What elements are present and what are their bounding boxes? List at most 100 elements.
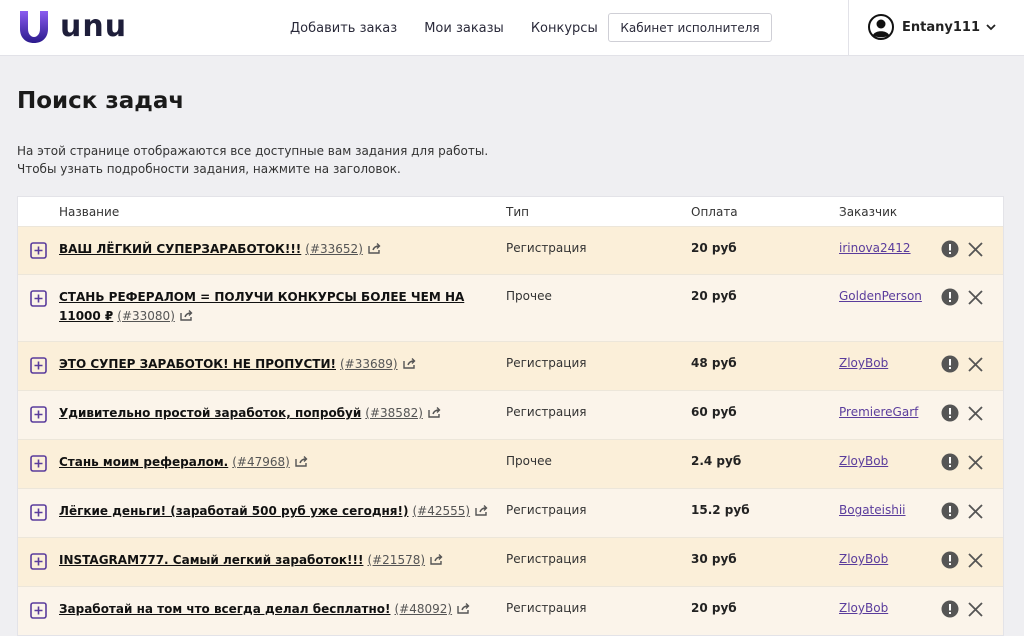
user-avatar-icon (868, 14, 894, 40)
task-payment: 60 руб (691, 405, 737, 419)
client-link[interactable]: ZloyBob (839, 356, 888, 370)
task-title-cell: INSTAGRAM777. Самый легкий заработок!!! (… (59, 551, 499, 570)
description-line-1: На этой странице отображаются все доступ… (17, 144, 489, 158)
task-title-link[interactable]: ЭТО СУПЕР ЗАРАБОТОК! НЕ ПРОПУСТИ! (59, 357, 336, 371)
task-id-link[interactable]: (#33080) (117, 309, 175, 323)
task-id-link[interactable]: (#33652) (305, 242, 363, 256)
open-external-icon[interactable] (295, 455, 308, 467)
open-external-icon[interactable] (180, 309, 193, 321)
task-type: Прочее (506, 289, 552, 303)
table-body: ВАШ ЛЁГКИЙ СУПЕРЗАРАБОТОК!!! (#33652) Реги… (18, 226, 1003, 635)
hide-task-close-icon[interactable] (967, 552, 984, 569)
hide-task-close-icon[interactable] (967, 241, 984, 258)
expand-plus-icon[interactable] (30, 242, 47, 259)
task-id-link[interactable]: (#38582) (365, 406, 423, 420)
task-title-link[interactable]: Удивительно простой заработок, попробуй (59, 406, 361, 420)
client-link[interactable]: irinova2412 (839, 241, 911, 255)
task-title-cell: Заработай на том что всегда делал беспла… (59, 600, 499, 619)
task-id-link[interactable]: (#48092) (394, 602, 452, 616)
report-warning-icon[interactable] (941, 551, 959, 569)
expand-plus-icon[interactable] (30, 290, 47, 307)
open-external-icon[interactable] (402, 357, 416, 369)
description-line-2: Чтобы узнать подробности задания, нажмит… (17, 162, 401, 176)
column-header-payment: Оплата (691, 205, 738, 219)
task-type: Регистрация (506, 503, 587, 517)
column-header-name: Название (59, 205, 120, 219)
table-row: INSTAGRAM777. Самый легкий заработок!!! (… (18, 537, 1003, 586)
expand-plus-icon[interactable] (30, 357, 47, 374)
task-type: Регистрация (506, 552, 587, 566)
logo-text: unu (60, 9, 128, 44)
client-link[interactable]: ZloyBob (839, 552, 888, 566)
nav-contests[interactable]: Конкурсы (531, 21, 598, 36)
logo[interactable]: unu (18, 9, 127, 45)
task-title-cell: ЭТО СУПЕР ЗАРАБОТОК! НЕ ПРОПУСТИ! (#33689… (59, 355, 499, 374)
task-payment: 15.2 руб (691, 503, 750, 517)
table-row: Стань моим рефералом. (#47968) Прочее 2.4 р… (18, 439, 1003, 488)
client-link[interactable]: ZloyBob (839, 601, 888, 615)
expand-plus-icon[interactable] (30, 504, 47, 521)
task-type: Прочее (506, 454, 552, 468)
table-row: ВАШ ЛЁГКИЙ СУПЕРЗАРАБОТОК!!! (#33652) Реги… (18, 226, 1003, 274)
task-title-link[interactable]: ВАШ ЛЁГКИЙ СУПЕРЗАРАБОТОК!!! (59, 242, 301, 256)
report-warning-icon[interactable] (941, 404, 959, 422)
task-payment: 20 руб (691, 289, 737, 303)
hide-task-close-icon[interactable] (967, 503, 984, 520)
task-type: Регистрация (506, 241, 587, 255)
task-type: Регистрация (506, 601, 587, 615)
hide-task-close-icon[interactable] (967, 601, 984, 618)
tasks-table: Название Тип Оплата Заказчик ВАШ ЛЁГКИЙ … (17, 196, 1004, 636)
report-warning-icon[interactable] (941, 240, 959, 258)
task-title-link[interactable]: Лёгкие деньги! (заработай 500 руб уже се… (59, 504, 408, 518)
open-external-icon[interactable] (368, 242, 381, 254)
hide-task-close-icon[interactable] (967, 356, 984, 373)
task-id-link[interactable]: (#21578) (367, 553, 425, 567)
open-external-icon[interactable] (457, 602, 470, 614)
task-title-link[interactable]: Заработай на том что всегда делал беспла… (59, 602, 390, 616)
hide-task-close-icon[interactable] (967, 454, 984, 471)
table-row: Заработай на том что всегда делал беспла… (18, 586, 1003, 635)
chevron-down-icon (986, 24, 996, 31)
header-divider (848, 0, 849, 56)
table-row: ЭТО СУПЕР ЗАРАБОТОК! НЕ ПРОПУСТИ! (#33689… (18, 341, 1003, 390)
client-link[interactable]: ZloyBob (839, 454, 888, 468)
task-title-cell: Стань моим рефералом. (#47968) (59, 453, 499, 472)
report-warning-icon[interactable] (941, 355, 959, 373)
task-title-cell: СТАНЬ РЕФЕРАЛОМ = ПОЛУЧИ КОНКУРСЫ БОЛЕЕ … (59, 288, 499, 326)
expand-plus-icon[interactable] (30, 553, 47, 570)
client-link[interactable]: GoldenPerson (839, 289, 922, 303)
performer-cabinet-button[interactable]: Кабинет исполнителя (608, 13, 772, 42)
top-header: unu Добавить заказ Мои заказы Конкурсы К… (0, 0, 1024, 56)
task-id-link[interactable]: (#33689) (340, 357, 398, 371)
report-warning-icon[interactable] (941, 502, 959, 520)
task-type: Регистрация (506, 405, 587, 419)
report-warning-icon[interactable] (941, 288, 959, 306)
table-row: Удивительно простой заработок, попробуй (… (18, 390, 1003, 439)
report-warning-icon[interactable] (941, 600, 959, 618)
nav-my-orders[interactable]: Мои заказы (424, 21, 504, 36)
task-id-link[interactable]: (#42555) (412, 504, 470, 518)
expand-plus-icon[interactable] (30, 406, 47, 423)
client-link[interactable]: PremiereGarf (839, 405, 918, 419)
report-warning-icon[interactable] (941, 453, 959, 471)
hide-task-close-icon[interactable] (967, 289, 984, 306)
task-title-link[interactable]: INSTAGRAM777. Самый легкий заработок!!! (59, 553, 363, 567)
expand-plus-icon[interactable] (30, 455, 47, 472)
task-title-cell: ВАШ ЛЁГКИЙ СУПЕРЗАРАБОТОК!!! (#33652) (59, 240, 499, 259)
task-title-link[interactable]: Стань моим рефералом. (59, 455, 228, 469)
logo-icon (20, 11, 48, 43)
nav-add-order[interactable]: Добавить заказ (290, 21, 397, 36)
open-external-icon[interactable] (475, 504, 488, 516)
task-title-cell: Удивительно простой заработок, попробуй (… (59, 404, 499, 423)
open-external-icon[interactable] (430, 553, 443, 565)
column-header-client: Заказчик (839, 205, 898, 219)
table-row: Лёгкие деньги! (заработай 500 руб уже се… (18, 488, 1003, 537)
client-link[interactable]: Bogateishii (839, 503, 906, 517)
expand-plus-icon[interactable] (30, 602, 47, 619)
user-menu[interactable]: Entany111 (868, 14, 997, 40)
task-payment: 48 руб (691, 356, 737, 370)
hide-task-close-icon[interactable] (967, 405, 984, 422)
open-external-icon[interactable] (428, 406, 441, 418)
task-id-link[interactable]: (#47968) (232, 455, 290, 469)
column-header-type: Тип (506, 205, 529, 219)
